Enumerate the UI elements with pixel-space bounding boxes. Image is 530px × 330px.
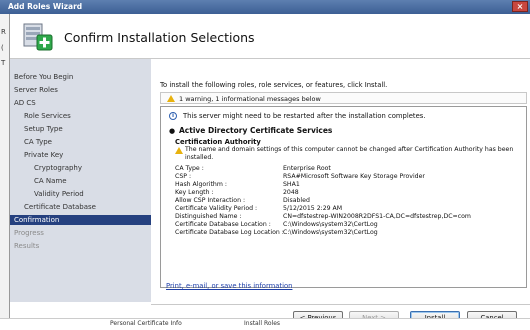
background-window-strip: R ( T xyxy=(0,14,9,329)
nav-item-role-services[interactable]: Role Services xyxy=(24,112,71,120)
instruction-text: To install the following roles, role ser… xyxy=(160,81,388,89)
nav-item-results: Results xyxy=(14,242,40,250)
subsection-title: Certification Authority xyxy=(175,138,261,146)
detail-value: CN=dfstestrep-WIN2008R2DFS1-CA,DC=dfstes… xyxy=(283,213,471,220)
detail-key: Key Length : xyxy=(175,189,214,196)
section-bullet-icon: ● xyxy=(169,127,176,135)
nav-item-ca-name[interactable]: CA Name xyxy=(34,177,67,185)
selections-panel[interactable]: i This server might need to be restarted… xyxy=(160,106,527,288)
close-icon: × xyxy=(516,2,524,11)
wizard-nav: Before You Begin Server Roles AD CS Role… xyxy=(10,59,151,302)
window-titlebar: Add Roles Wizard × xyxy=(0,0,530,14)
detail-value: 5/12/2015 2:29 AM xyxy=(283,205,343,212)
detail-value: SHA1 xyxy=(283,181,300,188)
nav-item-private-key[interactable]: Private Key xyxy=(24,151,63,159)
warning-icon xyxy=(167,95,175,102)
wizard-window: Confirm Installation Selections Before Y… xyxy=(9,14,530,330)
detail-key: Certificate Database Location : xyxy=(175,221,271,228)
detail-key: CSP : xyxy=(175,173,192,180)
info-icon: i xyxy=(169,112,177,120)
main-content: To install the following roles, role ser… xyxy=(156,59,528,304)
section-title: Active Directory Certificate Services xyxy=(179,126,333,135)
detail-value: Enterprise Root xyxy=(283,165,331,172)
taskbar-item[interactable]: Personal Certificate Info xyxy=(110,320,182,327)
wizard-header: Confirm Installation Selections xyxy=(10,14,530,59)
message-summary-bar: 1 warning, 1 informational messages belo… xyxy=(160,92,527,104)
strip-char: T xyxy=(1,59,6,67)
detail-key: Allow CSP Interaction : xyxy=(175,197,246,204)
window-title: Add Roles Wizard xyxy=(8,2,83,11)
nav-item-confirmation[interactable]: Confirmation xyxy=(10,215,151,225)
warning-icon xyxy=(175,147,183,154)
detail-row: Certificate Validity Period : 5/12/2015 … xyxy=(175,205,342,212)
close-button[interactable]: × xyxy=(512,1,528,12)
detail-row: CA Type : Enterprise Root xyxy=(175,165,331,172)
detail-value: Disabled xyxy=(283,197,310,204)
detail-key: Certificate Database Log Location : xyxy=(175,229,284,236)
detail-key: Distinguished Name : xyxy=(175,213,242,220)
page-title: Confirm Installation Selections xyxy=(64,30,255,45)
detail-row: CSP : RSA#Microsoft Software Key Storage… xyxy=(175,173,425,180)
nav-item-validity-period[interactable]: Validity Period xyxy=(34,190,84,198)
detail-key: CA Type : xyxy=(175,165,204,172)
detail-row: Certificate Database Location : C:\Windo… xyxy=(175,221,378,228)
taskbar-item[interactable]: Install Roles xyxy=(244,320,280,327)
nav-item-setup-type[interactable]: Setup Type xyxy=(24,125,63,133)
detail-value: RSA#Microsoft Software Key Storage Provi… xyxy=(283,173,425,180)
strip-char: ( xyxy=(1,44,4,52)
nav-item-ad-cs[interactable]: AD CS xyxy=(14,99,36,107)
nav-item-server-roles[interactable]: Server Roles xyxy=(14,86,58,94)
print-save-link[interactable]: Print, e-mail, or save this information xyxy=(166,282,292,290)
detail-value: 2048 xyxy=(283,189,299,196)
detail-key: Certificate Validity Period : xyxy=(175,205,258,212)
detail-row: Allow CSP Interaction : Disabled xyxy=(175,197,310,204)
nav-item-before-you-begin[interactable]: Before You Begin xyxy=(14,73,73,81)
nav-item-cryptography[interactable]: Cryptography xyxy=(34,164,82,172)
detail-value: C:\Windows\system32\CertLog xyxy=(283,221,378,228)
warning-note: The name and domain settings of this com… xyxy=(185,146,514,161)
info-message: This server might need to be restarted a… xyxy=(183,112,426,120)
taskbar: Personal Certificate Info Install Roles xyxy=(0,318,530,330)
detail-row: Hash Algorithm : SHA1 xyxy=(175,181,300,188)
strip-char: R xyxy=(1,28,6,36)
detail-row: Key Length : 2048 xyxy=(175,189,299,196)
nav-item-ca-type[interactable]: CA Type xyxy=(24,138,52,146)
nav-item-progress: Progress xyxy=(14,229,44,237)
detail-row: Certificate Database Log Location : C:\W… xyxy=(175,229,378,236)
detail-value: C:\Windows\system32\CertLog xyxy=(283,229,378,236)
server-add-icon xyxy=(23,23,53,51)
detail-key: Hash Algorithm : xyxy=(175,181,227,188)
message-summary-text: 1 warning, 1 informational messages belo… xyxy=(179,95,321,103)
nav-item-certificate-database[interactable]: Certificate Database xyxy=(24,203,96,211)
detail-row: Distinguished Name : CN=dfstestrep-WIN20… xyxy=(175,213,471,220)
